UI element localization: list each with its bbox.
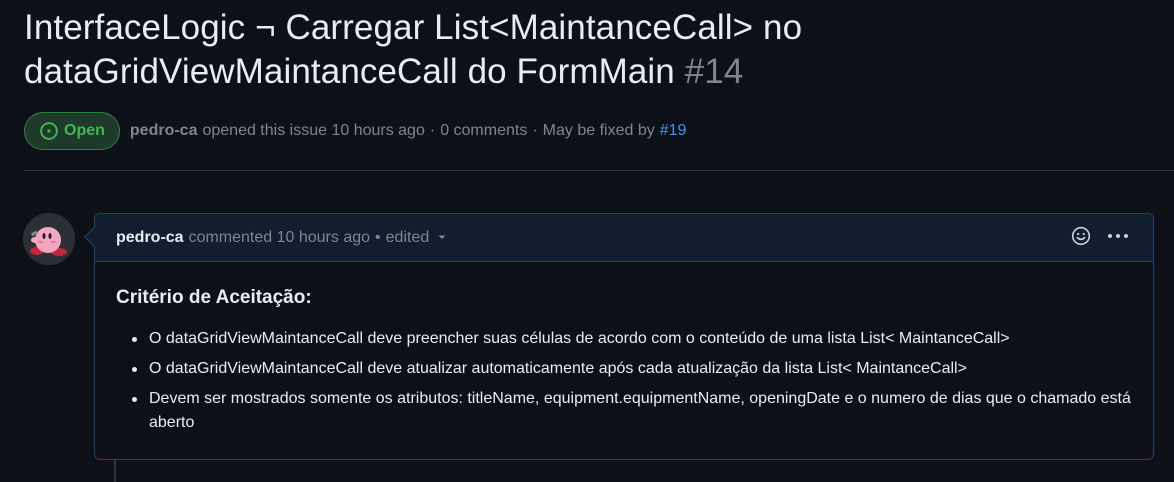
edited-dropdown[interactable]: edited	[386, 229, 448, 247]
header-separator: •	[375, 228, 381, 246]
edited-label: edited	[385, 228, 430, 246]
commented-time[interactable]: commented 10 hours ago	[189, 229, 370, 247]
kebab-horizontal-icon[interactable]	[1107, 233, 1129, 239]
fixed-by-text: May be fixed by	[542, 122, 655, 139]
issue-opened-icon	[39, 121, 59, 141]
meta-separator: ·	[532, 122, 538, 139]
triangle-down-icon	[437, 232, 447, 242]
opened-text: opened this issue 10 hours ago	[202, 122, 425, 139]
issue-state-badge: Open	[24, 112, 120, 150]
issue-meta-text: pedro-ca opened this issue 10 hours ago …	[130, 122, 687, 140]
issue-page: InterfaceLogic ¬ Carregar List<Maintance…	[0, 0, 1174, 482]
smiley-icon[interactable]	[1071, 226, 1091, 246]
body-heading: Critério de Aceitação:	[116, 287, 312, 308]
comments-count: 0 comments	[440, 122, 528, 139]
issue-state-label: Open	[64, 122, 105, 139]
comment-header: pedro-ca commented 10 hours ago • edited	[95, 214, 1153, 262]
issue-title: InterfaceLogic ¬ Carregar List<Maintance…	[24, 6, 1154, 94]
meta-separator: ·	[429, 122, 436, 139]
issue-number: #14	[684, 52, 744, 91]
comment-author-link[interactable]: pedro-ca	[116, 229, 184, 247]
issue-author-link[interactable]: pedro-ca	[130, 122, 198, 140]
issue-meta: Open pedro-ca opened this issue 10 hours…	[24, 111, 686, 151]
list-item: Devem ser mostrados somente os atributos…	[130, 387, 1132, 435]
acceptance-criteria-list: O dataGridViewMaintanceCall deve preench…	[116, 327, 1132, 435]
list-item: O dataGridViewMaintanceCall deve atualiz…	[130, 357, 1132, 381]
linked-pr-link[interactable]: #19	[660, 122, 687, 140]
avatar[interactable]	[23, 213, 75, 265]
kirby-avatar	[23, 213, 75, 265]
list-item: O dataGridViewMaintanceCall deve preench…	[130, 327, 1132, 351]
comment-body: Critério de Aceitação: O dataGridViewMai…	[95, 262, 1153, 435]
issue-comment: pedro-ca commented 10 hours ago • edited	[84, 213, 1154, 460]
timeline-line	[114, 460, 116, 482]
comment-actions	[1071, 226, 1129, 246]
header-divider	[24, 170, 1174, 171]
